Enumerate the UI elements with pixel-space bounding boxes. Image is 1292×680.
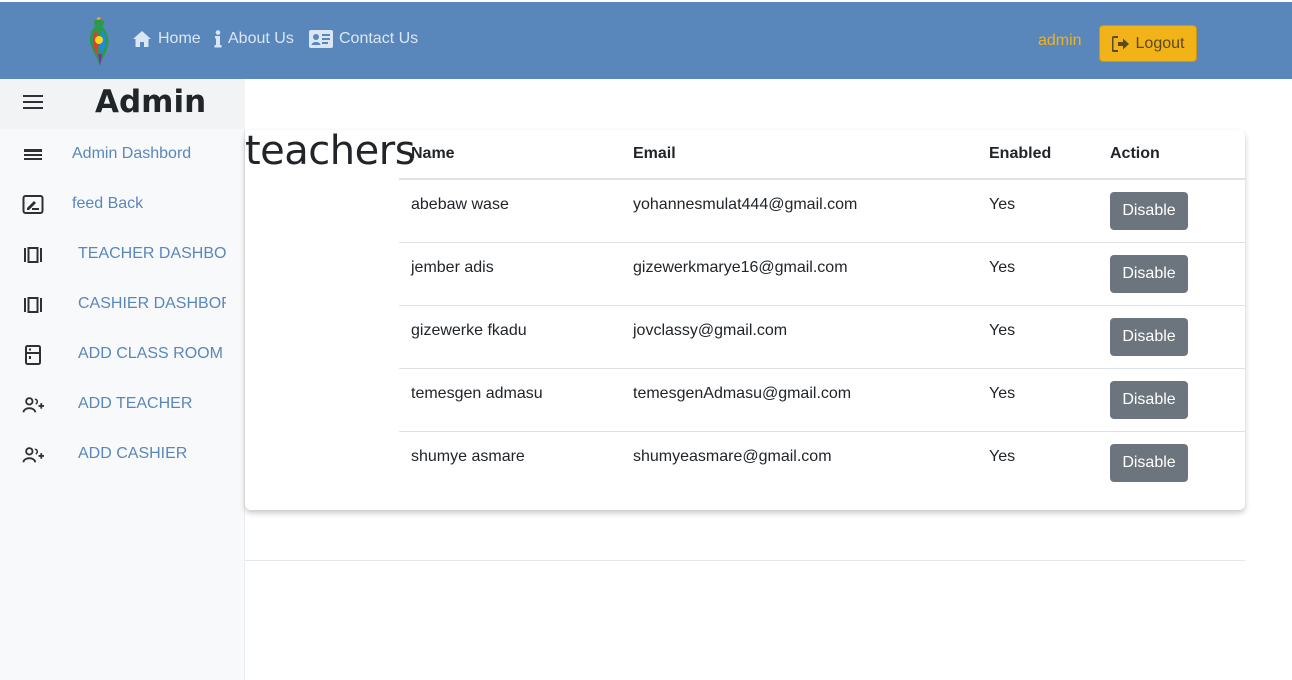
sidebar-item-label: feed Back xyxy=(72,195,144,212)
table-row: shumye asmare shumyeasmare@gmail.com Yes… xyxy=(399,431,1245,494)
sidebar-header: Admin xyxy=(0,79,245,129)
sidebar-title: Admin xyxy=(95,84,207,120)
teacher-email: jovclassy@gmail.com xyxy=(621,305,977,369)
logout-label: Logout xyxy=(1135,34,1185,52)
disable-button[interactable]: Disable xyxy=(1110,192,1188,230)
teacher-enabled: Yes xyxy=(977,179,1098,243)
action-cell: Disable xyxy=(1098,305,1245,369)
sidebar-item-teacher-dashboard[interactable]: TEACHER DASHBORD xyxy=(0,234,245,274)
sidebar-item-label: Admin Dashbord xyxy=(72,145,192,162)
sidebar-item-label: TEACHER DASHBORD xyxy=(78,245,226,262)
column-header-action: Action xyxy=(1098,130,1245,180)
sidebar-item-cashier-dashboard[interactable]: CASHIER DASHBORD xyxy=(0,284,245,324)
teacher-enabled: Yes xyxy=(989,447,1016,465)
logout-icon xyxy=(1111,35,1129,52)
nav-home-label: Home xyxy=(158,30,201,47)
teacher-email: shumyeasmare@gmail.com xyxy=(633,447,832,465)
sidebar-item-label: ADD TEACHER xyxy=(78,395,193,412)
logout-button[interactable]: Logout xyxy=(1099,25,1197,62)
door-icon xyxy=(25,345,41,365)
sidebar-item-label: ADD CASHIER xyxy=(78,445,188,462)
sidebar: Admin Admin Dashbord feed Back TEACHER D… xyxy=(0,79,245,680)
sidebar-item-feedback[interactable]: feed Back xyxy=(0,184,245,224)
teacher-enabled: Yes xyxy=(977,305,1098,369)
nav-contact-label: Contact Us xyxy=(339,30,419,47)
teachers-table: Name Email Enabled Action abebaw wase yo… xyxy=(399,130,1245,494)
teacher-name: abebaw wase xyxy=(399,179,621,243)
action-cell: Disable xyxy=(1098,179,1245,243)
sidebar-item-label: CASHIER DASHBORD xyxy=(78,295,226,312)
table-row: gizewerke fkadu jovclassy@gmail.com Yes … xyxy=(399,305,1245,369)
logo[interactable] xyxy=(84,16,114,68)
nav-home-link[interactable]: Home xyxy=(132,30,201,48)
table-header-row: Name Email Enabled Action xyxy=(399,130,1245,180)
disable-button[interactable]: Disable xyxy=(1110,443,1188,482)
sidebar-item-add-cashier[interactable]: ADD CASHIER xyxy=(0,434,245,474)
teacher-email: temesgenAdmasu@gmail.com xyxy=(621,368,977,432)
table-row: abebaw wase yohannesmulat444@gmail.com Y… xyxy=(399,179,1245,243)
action-cell: Disable xyxy=(1098,242,1245,306)
teacher-name: gizewerke fkadu xyxy=(399,305,621,369)
contact-card-icon xyxy=(309,30,333,48)
divider xyxy=(245,560,1245,561)
home-icon xyxy=(133,31,151,47)
table-row: temesgen admasu temesgenAdmasu@gmail.com… xyxy=(399,368,1245,432)
dashboard-icon xyxy=(24,247,42,263)
column-header-enabled: Enabled xyxy=(977,130,1098,180)
teacher-enabled: Yes xyxy=(977,368,1098,432)
action-cell: Disable xyxy=(1098,368,1245,432)
list-icon xyxy=(24,149,42,160)
add-user-icon xyxy=(22,397,44,413)
info-icon xyxy=(214,30,222,48)
sidebar-item-add-classroom[interactable]: ADD CLASS ROOM xyxy=(0,334,245,374)
dashboard-icon xyxy=(24,297,42,313)
disable-button[interactable]: Disable xyxy=(1110,317,1188,356)
nav-about-label: About Us xyxy=(228,30,294,47)
teacher-name: jember adis xyxy=(399,242,621,306)
teachers-card: Name Email Enabled Action abebaw wase yo… xyxy=(245,130,1245,510)
teacher-enabled: Yes xyxy=(977,242,1098,306)
menu-toggle-icon[interactable] xyxy=(23,95,43,111)
teacher-email: gizewerkmarye16@gmail.com xyxy=(621,242,977,306)
teacher-name: temesgen admasu xyxy=(399,368,621,432)
sidebar-item-admin-dashboard[interactable]: Admin Dashbord xyxy=(0,134,245,174)
table-row: jember adis gizewerkmarye16@gmail.com Ye… xyxy=(399,242,1245,306)
column-header-name: Name xyxy=(399,130,621,180)
nav-about-link[interactable]: About Us xyxy=(214,30,294,48)
disable-button[interactable]: Disable xyxy=(1110,254,1188,293)
edit-note-icon xyxy=(22,195,44,214)
action-cell: Disable xyxy=(1098,431,1245,494)
add-user-icon xyxy=(22,447,44,463)
sidebar-item-add-teacher[interactable]: ADD TEACHER xyxy=(0,384,245,424)
sidebar-item-label: ADD CLASS ROOM xyxy=(78,345,223,362)
column-header-email: Email xyxy=(621,130,977,180)
disable-button[interactable]: Disable xyxy=(1110,380,1188,419)
teacher-email: yohannesmulat444@gmail.com xyxy=(621,179,977,243)
nav-contact-link[interactable]: Contact Us xyxy=(309,30,418,48)
top-navbar: Home About Us Contact Us admin Logout xyxy=(0,2,1292,79)
teacher-name: shumye asmare xyxy=(411,447,525,465)
username-label[interactable]: admin xyxy=(1038,32,1082,50)
page-title: teachers xyxy=(245,128,416,174)
